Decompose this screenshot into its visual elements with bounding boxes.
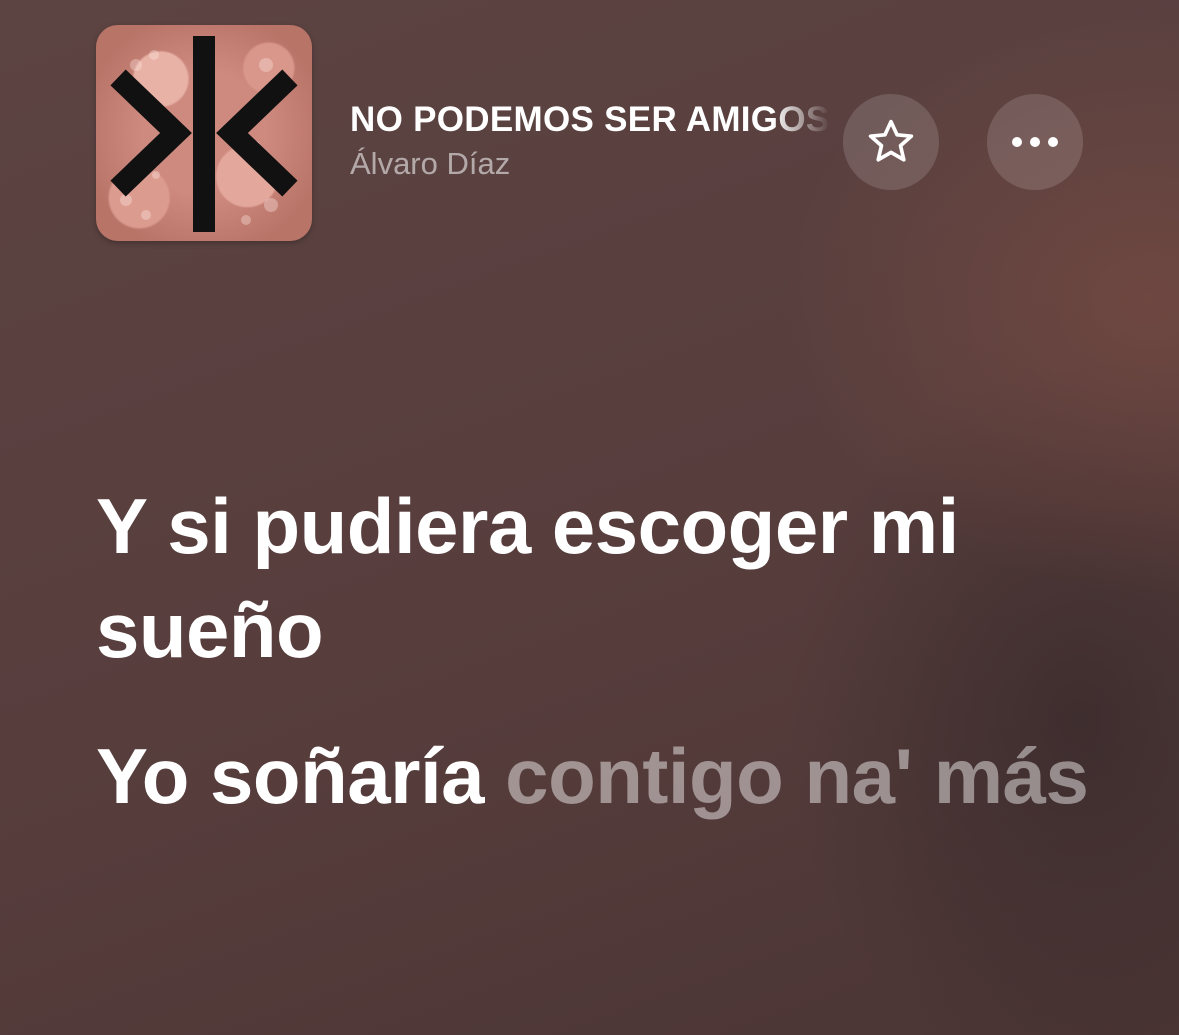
more-options-button[interactable] xyxy=(987,94,1083,190)
lyric-line-1[interactable]: Y si pudiera escoger mi sueño xyxy=(96,474,1096,682)
lyric-sung-text: Y si pudiera escoger mi sueño xyxy=(96,482,959,674)
track-title: NO PODEMOS SER AMIGOS xyxy=(350,100,830,139)
track-info[interactable]: NO PODEMOS SER AMIGOS Álvaro Díaz xyxy=(350,98,830,184)
ellipsis-icon xyxy=(1012,137,1058,147)
lyric-sung-text: Yo soñaría xyxy=(96,732,485,820)
star-icon xyxy=(868,119,914,162)
album-artwork[interactable] xyxy=(96,25,312,241)
favorite-button[interactable] xyxy=(843,94,939,190)
lyric-line-2-current[interactable]: Yo soñaría contigo na' más xyxy=(96,724,1096,828)
lyric-upcoming-text: contigo na' más xyxy=(484,732,1089,820)
now-playing-header: NO PODEMOS SER AMIGOS Álvaro Díaz xyxy=(0,0,1179,260)
track-artist[interactable]: Álvaro Díaz xyxy=(350,144,830,184)
lyrics-panel[interactable]: Y si pudiera escoger mi sueño Yo soñaría… xyxy=(96,474,1096,828)
artwork-symbol-icon xyxy=(110,36,298,232)
